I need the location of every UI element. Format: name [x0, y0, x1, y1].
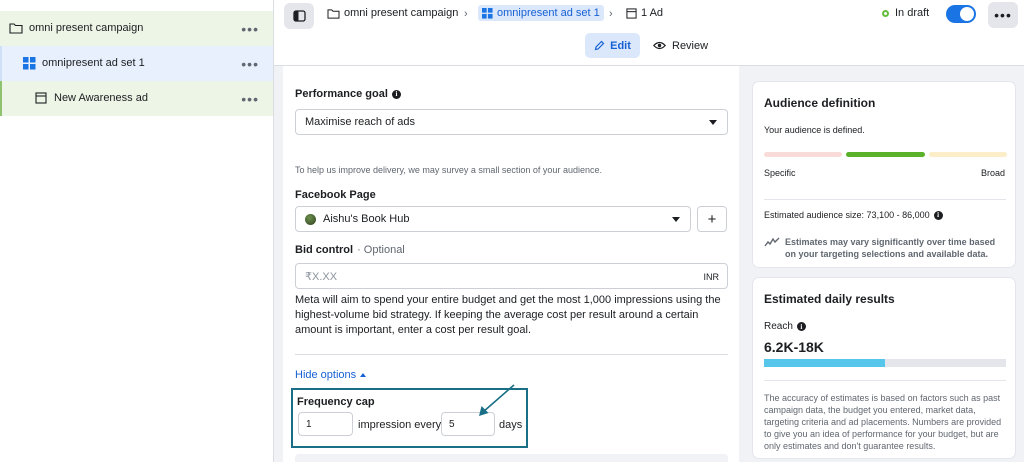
- trend-icon: [764, 237, 780, 247]
- bid-amount-placeholder: ₹X.XX: [305, 270, 338, 283]
- reach-bar: [764, 359, 1006, 367]
- card-divider: [764, 199, 1006, 200]
- audience-specific-label: Specific: [764, 168, 796, 178]
- tab-edit[interactable]: Edit: [585, 33, 640, 58]
- facebook-page-label-text: Facebook Page: [295, 189, 376, 201]
- breadcrumb-ad-label: 1 Ad: [641, 7, 664, 19]
- tab-review[interactable]: Review: [653, 33, 708, 58]
- publish-toggle[interactable]: [946, 5, 976, 23]
- status-dot-icon: [882, 9, 889, 17]
- campaign-tree: omni present campaign ••• omnipresent ad…: [0, 0, 274, 462]
- hide-options-label: Hide options: [295, 369, 357, 381]
- breadcrumb-campaign-label: omni present campaign: [344, 7, 459, 19]
- hide-options-link[interactable]: Hide options: [295, 369, 367, 381]
- tab-review-label: Review: [672, 39, 709, 52]
- more-options-button[interactable]: •••: [988, 2, 1018, 28]
- add-page-button[interactable]: +: [697, 206, 727, 232]
- caret-down-icon: [709, 120, 717, 125]
- tree-item-campaign-more[interactable]: •••: [241, 21, 259, 37]
- tree-item-adset-label: omnipresent ad set 1: [42, 57, 145, 69]
- ad-icon: [35, 92, 47, 104]
- audience-estimate-note: Estimates may vary significantly over ti…: [785, 237, 996, 259]
- daily-results-title: Estimated daily results: [764, 292, 895, 306]
- info-icon[interactable]: i: [933, 210, 943, 220]
- audience-title: Audience definition: [764, 96, 876, 110]
- tree-item-campaign-label: omni present campaign: [29, 22, 144, 34]
- frequency-cap-label-text: Frequency cap: [297, 396, 375, 408]
- performance-goal-value: Maximise reach of ads: [305, 116, 416, 128]
- facebook-page-value: Aishu's Book Hub: [323, 213, 410, 225]
- divider: [295, 354, 728, 355]
- reach-bar-fill: [764, 359, 885, 367]
- performance-goal-select[interactable]: Maximise reach of ads: [295, 109, 728, 135]
- tree-item-adset-more[interactable]: •••: [241, 56, 259, 72]
- sidebar-icon: [292, 10, 306, 22]
- caret-up-icon: [360, 373, 367, 377]
- performance-goal-label-text: Performance goal: [295, 88, 388, 100]
- breadcrumb-campaign[interactable]: omni present campaign: [327, 7, 458, 19]
- facebook-page-label: Facebook Page: [295, 189, 376, 201]
- grid-icon: [23, 57, 36, 70]
- facebook-page-select[interactable]: Aishu's Book Hub: [295, 206, 691, 232]
- audience-meter-broad: [929, 152, 1007, 157]
- sidebar-toggle-button[interactable]: [284, 3, 314, 29]
- currency-suffix: INR: [703, 272, 720, 282]
- tree-item-adset[interactable]: omnipresent ad set 1 •••: [0, 46, 273, 81]
- frequency-middle-text: impression every: [358, 419, 442, 431]
- audience-meter-specific: [764, 152, 842, 157]
- reach-value: 6.2K-18K: [764, 339, 824, 355]
- bid-control-label: Bid control · Optional: [295, 244, 405, 256]
- frequency-days-value: 5: [449, 418, 455, 430]
- bid-control-optional: · Optional: [357, 244, 405, 256]
- frequency-impressions-input[interactable]: 1: [298, 412, 353, 436]
- frequency-days-suffix: days: [499, 419, 523, 431]
- performance-goal-label: Performance goal i: [295, 88, 401, 100]
- estimated-daily-results-card: Estimated daily results Reach i 6.2K-18K…: [753, 278, 1015, 458]
- top-bar: omni present campaign › omnipresent ad s…: [274, 0, 1024, 66]
- draft-status-label: In draft: [895, 7, 930, 19]
- frequency-cap-label: Frequency cap: [297, 396, 375, 408]
- breadcrumb-ad[interactable]: 1 Ad: [626, 7, 663, 19]
- info-icon[interactable]: i: [796, 322, 806, 331]
- folder-icon: [327, 8, 340, 19]
- bid-description: Meta will aim to spend your entire budge…: [295, 294, 721, 336]
- bid-amount-input[interactable]: ₹X.XX INR: [295, 263, 728, 289]
- tree-item-campaign[interactable]: omni present campaign •••: [0, 11, 273, 46]
- chevron-right-icon: ›: [464, 8, 468, 20]
- arrow-annotation: [479, 384, 515, 416]
- ad-icon: [626, 7, 637, 19]
- breadcrumb-adset[interactable]: omnipresent ad set 1: [478, 5, 604, 21]
- tree-item-ad-more[interactable]: •••: [241, 91, 259, 107]
- grid-icon: [482, 7, 493, 19]
- tree-item-ad-label: New Awareness ad: [54, 92, 148, 104]
- audience-defined-text: Your audience is defined.: [764, 125, 865, 135]
- audience-size-text: Estimated audience size: 73,100 - 86,000: [764, 210, 930, 220]
- audience-broad-label: Broad: [980, 168, 1005, 178]
- tab-edit-label: Edit: [610, 39, 631, 52]
- eye-icon: [653, 41, 666, 50]
- info-icon[interactable]: i: [391, 89, 401, 99]
- tree-item-ad[interactable]: New Awareness ad •••: [0, 81, 273, 116]
- bid-control-label-text: Bid control: [295, 244, 354, 256]
- reach-label-text: Reach: [764, 321, 793, 332]
- breadcrumb-adset-label: omnipresent ad set 1: [497, 7, 600, 19]
- frequency-impressions-value: 1: [306, 418, 312, 430]
- audience-size: Estimated audience size: 73,100 - 86,000…: [764, 210, 943, 220]
- folder-icon: [9, 23, 23, 34]
- card-divider: [764, 380, 1006, 381]
- audience-definition-card: Audience definition Your audience is def…: [753, 82, 1015, 267]
- audience-meter-middle: [846, 152, 925, 157]
- chevron-right-icon: ›: [609, 8, 613, 20]
- ad-set-form: Performance goal i Maximise reach of ads…: [283, 66, 739, 462]
- reach-label: Reach i: [764, 321, 806, 332]
- draft-status: In draft: [882, 7, 929, 19]
- survey-note: To help us improve delivery, we may surv…: [295, 165, 602, 175]
- caret-down-icon: [672, 217, 680, 222]
- page-avatar: [305, 213, 316, 225]
- daily-results-note: The accuracy of estimates is based on fa…: [764, 393, 1002, 451]
- next-section-strip: [295, 454, 728, 462]
- pencil-icon: [594, 40, 605, 51]
